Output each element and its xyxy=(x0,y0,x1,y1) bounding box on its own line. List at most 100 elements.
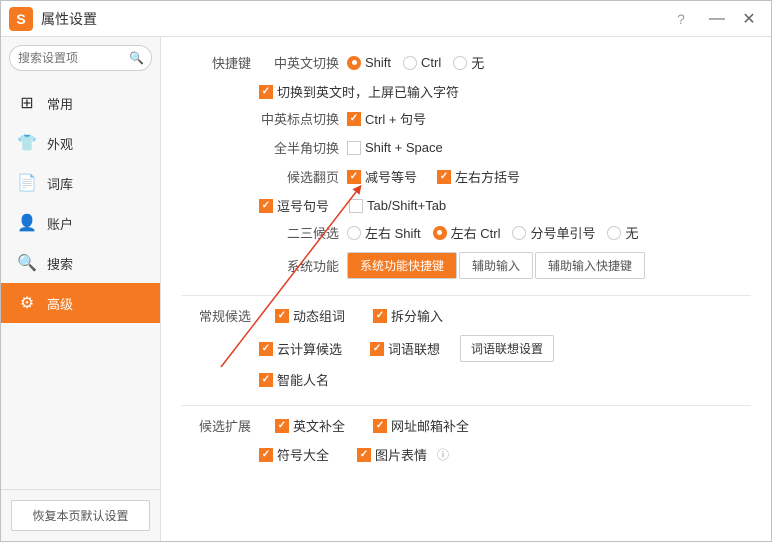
jianhaodengyu-checkbox[interactable]: 减号等号 xyxy=(347,167,417,186)
sidebar-item-advanced[interactable]: ⚙ 高级 xyxy=(1,283,160,323)
window-title: 属性设置 xyxy=(41,9,97,29)
punct-label: 中英标点切换 xyxy=(259,109,339,128)
search-nav-icon: 🔍 xyxy=(17,253,37,273)
search-icon: 🔍 xyxy=(129,51,144,65)
radio-none[interactable]: 无 xyxy=(453,53,484,72)
cn-en-label: 中英文切换 xyxy=(259,53,339,72)
full-half-row: 全半角切换 Shift + Space xyxy=(181,138,751,157)
general-candidate-row2: 云计算候选 词语联想 词语联想设置 xyxy=(259,335,751,362)
general-candidate-section: 常规候选 动态组词 拆分输入 云计算候选 xyxy=(181,306,751,389)
tab-box xyxy=(349,199,363,213)
full-half-checkbox[interactable]: Shift + Space xyxy=(347,140,443,155)
dynamic-word-box xyxy=(275,309,289,323)
tab-assist-shortcut[interactable]: 辅助输入快捷键 xyxy=(535,252,645,279)
symbol-label: 符号大全 xyxy=(277,445,329,464)
douhao-label: 逗号句号 xyxy=(277,196,329,215)
main-window: S 属性设置 ? — ✕ 🔍 ⊞ 常用 👕 外观 xyxy=(0,0,772,542)
content-area: 🔍 ⊞ 常用 👕 外观 📄 词库 👤 账户 xyxy=(1,37,771,541)
split-input-checkbox[interactable]: 拆分输入 xyxy=(373,306,443,325)
split-input-box xyxy=(373,309,387,323)
sidebar-item-account[interactable]: 👤 账户 xyxy=(1,203,160,243)
sidebar-footer: 恢复本页默认设置 xyxy=(1,489,160,541)
jianhaodengyu-label: 减号等号 xyxy=(365,167,417,186)
radio-none-label: 无 xyxy=(471,53,484,72)
help-icon[interactable]: ? xyxy=(671,9,691,29)
cn-en-switch-row: 快捷键 中英文切换 Shift Ctrl 无 xyxy=(181,53,751,72)
douhao-checkbox[interactable]: 逗号句号 xyxy=(259,196,329,215)
dynamic-word-label: 动态组词 xyxy=(293,306,345,325)
sidebar-item-appearance[interactable]: 👕 外观 xyxy=(1,123,160,163)
candidate-expand-label: 候选扩展 xyxy=(181,416,251,435)
candidate-page-row2: 逗号句号 Tab/Shift+Tab xyxy=(259,196,751,215)
radio-semicolon-label: 分号单引号 xyxy=(530,223,595,242)
search-box: 🔍 xyxy=(9,45,152,71)
sidebar-label-account: 账户 xyxy=(47,214,73,233)
split-input-label: 拆分输入 xyxy=(391,306,443,325)
emoji-box xyxy=(357,448,371,462)
system-func-label: 系统功能 xyxy=(259,256,339,275)
sidebar-label-search: 搜索 xyxy=(47,254,73,273)
url-email-label: 网址邮箱补全 xyxy=(391,416,469,435)
word-assoc-checkbox[interactable]: 词语联想 xyxy=(370,339,440,358)
tab-label: Tab/Shift+Tab xyxy=(367,198,446,213)
emoji-checkbox[interactable]: 图片表情 xyxy=(357,445,427,464)
dict-icon: 📄 xyxy=(17,173,37,193)
jianhaodengyu-box xyxy=(347,170,361,184)
radio-lr-ctrl-label: 左右 Ctrl xyxy=(451,223,501,242)
close-button[interactable]: ✕ xyxy=(735,5,763,33)
url-email-checkbox[interactable]: 网址邮箱补全 xyxy=(373,416,469,435)
smart-name-box xyxy=(259,373,273,387)
sidebar-label-appearance: 外观 xyxy=(47,134,73,153)
sidebar: 🔍 ⊞ 常用 👕 外观 📄 词库 👤 账户 xyxy=(1,37,161,541)
tab-system-shortcut[interactable]: 系统功能快捷键 xyxy=(347,252,457,279)
radio-shift-label: Shift xyxy=(365,55,391,70)
radio-semicolon-circle xyxy=(512,226,526,240)
punct-checkbox[interactable]: Ctrl + 句号 xyxy=(347,109,426,128)
smart-name-checkbox[interactable]: 智能人名 xyxy=(259,370,329,389)
radio-none2[interactable]: 无 xyxy=(607,223,638,242)
punct-text: Ctrl + 句号 xyxy=(365,109,426,128)
sidebar-label-dict: 词库 xyxy=(47,174,73,193)
radio-shift[interactable]: Shift xyxy=(347,55,391,70)
symbol-checkbox[interactable]: 符号大全 xyxy=(259,445,329,464)
two-three-row: 二三候选 左右 Shift 左右 Ctrl 分号单引号 xyxy=(181,223,751,242)
dynamic-word-checkbox[interactable]: 动态组词 xyxy=(275,306,345,325)
emoji-info-icon[interactable]: ⓘ xyxy=(437,446,449,463)
radio-ctrl-label: Ctrl xyxy=(421,55,441,70)
punct-box xyxy=(347,112,361,126)
minimize-button[interactable]: — xyxy=(703,5,731,33)
word-assoc-settings-btn[interactable]: 词语联想设置 xyxy=(460,335,554,362)
titlebar-left: S 属性设置 xyxy=(9,7,97,31)
radio-lr-shift-label: 左右 Shift xyxy=(365,223,421,242)
word-assoc-label: 词语联想 xyxy=(388,339,440,358)
switch-note-box xyxy=(259,85,273,99)
en-complete-checkbox[interactable]: 英文补全 xyxy=(275,416,345,435)
switch-note-checkbox[interactable]: 切换到英文时，上屏已输入字符 xyxy=(259,82,459,101)
sidebar-item-dict[interactable]: 📄 词库 xyxy=(1,163,160,203)
sidebar-item-search[interactable]: 🔍 搜索 xyxy=(1,243,160,283)
cloud-checkbox[interactable]: 云计算候选 xyxy=(259,339,342,358)
radio-lr-shift[interactable]: 左右 Shift xyxy=(347,223,421,242)
radio-lr-ctrl[interactable]: 左右 Ctrl xyxy=(433,223,501,242)
zuoyou-checkbox[interactable]: 左右方括号 xyxy=(437,167,520,186)
url-email-box xyxy=(373,419,387,433)
system-func-tabs: 系统功能快捷键 辅助输入 辅助输入快捷键 xyxy=(347,252,645,279)
full-half-text: Shift + Space xyxy=(365,140,443,155)
two-three-label: 二三候选 xyxy=(259,223,339,242)
radio-semicolon[interactable]: 分号单引号 xyxy=(512,223,595,242)
general-candidate-row3: 智能人名 xyxy=(259,370,751,389)
sidebar-item-general[interactable]: ⊞ 常用 xyxy=(1,83,160,123)
radio-ctrl-circle xyxy=(403,56,417,70)
radio-lr-shift-circle xyxy=(347,226,361,240)
symbol-box xyxy=(259,448,273,462)
tab-assist-input[interactable]: 辅助输入 xyxy=(459,252,533,279)
restore-button[interactable]: 恢复本页默认设置 xyxy=(11,500,150,531)
radio-ctrl[interactable]: Ctrl xyxy=(403,55,441,70)
en-complete-box xyxy=(275,419,289,433)
emoji-label: 图片表情 xyxy=(375,445,427,464)
two-three-radio-group: 左右 Shift 左右 Ctrl 分号单引号 无 xyxy=(347,223,639,242)
zuoyou-box xyxy=(437,170,451,184)
candidate-page-label: 候选翻页 xyxy=(259,167,339,186)
full-half-box xyxy=(347,141,361,155)
tab-checkbox[interactable]: Tab/Shift+Tab xyxy=(349,198,446,213)
